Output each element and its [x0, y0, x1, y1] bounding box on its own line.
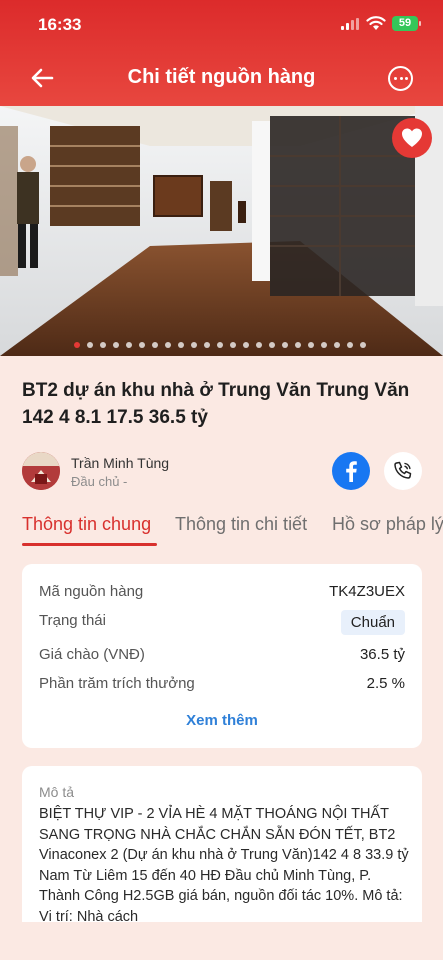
call-button[interactable] [384, 452, 422, 490]
gallery-dot[interactable] [321, 342, 327, 348]
status-label: Trạng thái [39, 612, 106, 629]
facebook-button[interactable] [332, 452, 370, 490]
heart-icon [402, 128, 422, 147]
gallery-dot[interactable] [178, 342, 184, 348]
gallery-dot[interactable] [139, 342, 145, 348]
page-title: Chi tiết nguồn hàng [127, 66, 316, 88]
gallery-dot[interactable] [256, 342, 262, 348]
gallery-dot[interactable] [295, 342, 301, 348]
gallery-dot[interactable] [126, 342, 132, 348]
gallery-dot[interactable] [334, 342, 340, 348]
description-card: Mô tả BIỆT THỰ VIP - 2 VỈA HÈ 4 MẶT THOÁ… [22, 766, 422, 922]
tab-detail-info[interactable]: Thông tin chi tiết [175, 514, 307, 535]
source-code-value: TK4Z3UEX [329, 583, 405, 600]
general-info-card: Mã nguồn hàng TK4Z3UEX Trạng thái Chuẩn … [22, 564, 422, 748]
cellular-signal-icon [341, 18, 359, 30]
phone-icon [394, 461, 412, 479]
gallery-dot[interactable] [204, 342, 210, 348]
property-image-gallery[interactable] [0, 106, 443, 356]
source-code-label: Mã nguồn hàng [39, 583, 144, 600]
app-header: 16:33 59 Chi tiết nguồn hàng [0, 0, 443, 106]
owner-avatar [22, 452, 60, 490]
gallery-dot[interactable] [308, 342, 314, 348]
battery-indicator: 59 [392, 16, 418, 31]
gallery-dot[interactable] [165, 342, 171, 348]
asking-price-value: 36.5 tỷ [359, 646, 405, 663]
gallery-dot[interactable] [347, 342, 353, 348]
bottom-safe-area [0, 922, 443, 960]
see-more-link[interactable]: Xem thêm [22, 712, 422, 729]
listing-title: BT2 dự án khu nhà ở Trung Văn Trung Văn … [22, 380, 410, 428]
status-time: 16:33 [38, 15, 82, 34]
owner-name: Trần Minh Tùng [71, 455, 170, 471]
status-bar: 16:33 59 [0, 0, 443, 48]
gallery-dot[interactable] [243, 342, 249, 348]
gallery-dot[interactable] [74, 342, 80, 348]
facebook-icon [346, 461, 357, 482]
gallery-dot[interactable] [87, 342, 93, 348]
description-text: BIỆT THỰ VIP - 2 VỈA HÈ 4 MẶT THOÁNG NỘI… [39, 806, 409, 922]
gallery-dot[interactable] [360, 342, 366, 348]
more-options-button[interactable] [388, 66, 413, 91]
commission-label: Phần trăm trích thưởng [39, 675, 195, 692]
wifi-icon [366, 16, 386, 30]
description-label: Mô tả [39, 784, 75, 800]
owner-role: Đầu chủ - [71, 474, 128, 489]
favorite-button[interactable] [392, 118, 432, 158]
active-tab-indicator [22, 543, 157, 546]
gallery-dot[interactable] [152, 342, 158, 348]
gallery-dot[interactable] [191, 342, 197, 348]
status-badge: Chuẩn [340, 610, 405, 635]
gallery-dot[interactable] [269, 342, 275, 348]
gallery-dot[interactable] [100, 342, 106, 348]
property-photo [0, 106, 443, 356]
gallery-pagination [74, 342, 366, 348]
avatar-image [22, 452, 60, 490]
asking-price-label: Giá chào (VNĐ) [39, 646, 145, 663]
gallery-dot[interactable] [217, 342, 223, 348]
commission-value: 2.5 % [366, 675, 405, 692]
tab-legal-documents[interactable]: Hồ sơ pháp lý [332, 514, 443, 535]
gallery-dot[interactable] [113, 342, 119, 348]
battery-tip [419, 21, 421, 26]
gallery-dot[interactable] [230, 342, 236, 348]
tab-general-info[interactable]: Thông tin chung [22, 514, 151, 535]
gallery-dot[interactable] [282, 342, 288, 348]
